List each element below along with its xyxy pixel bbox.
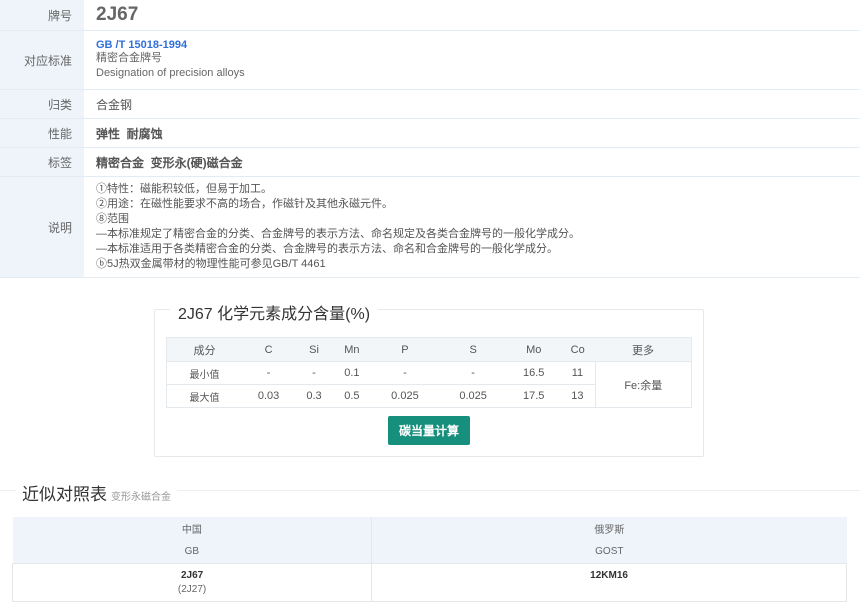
min-label: 最小值	[166, 361, 243, 385]
max-cell: 0.025	[370, 384, 440, 408]
tag-label: 标签	[0, 148, 84, 176]
standard-label: 对应标准	[0, 31, 84, 89]
description-row: 说明 ①特性：磁能积较低，但易于加工。 ②用途：在磁性能要求不高的场合，作磁针及…	[0, 177, 860, 278]
description-line: ⓑ5J热双金属带材的物理性能可参见GB/T 4461	[96, 258, 326, 270]
property-value: 弹性 耐腐蚀	[84, 119, 860, 147]
min-cell: -	[370, 361, 440, 385]
grade-row: 牌号 2J67	[0, 0, 860, 31]
min-value-row: 最小值 - - 0.1 - - 16.5 11 Fe:余量	[166, 361, 692, 408]
property-text: 弹性 耐腐蚀	[96, 126, 163, 141]
composition-title: 2J67 化学元素成分含量(%)	[170, 300, 379, 324]
standard-name-en: Designation of precision alloys	[96, 67, 245, 79]
category-value: 合金钢	[96, 97, 133, 112]
grade-label: 牌号	[0, 0, 84, 30]
max-cell: 0.03	[242, 384, 296, 408]
description-line: ②用途：在磁性能要求不高的场合，作磁针及其他永磁元件。	[96, 198, 393, 210]
header-cell: P	[370, 337, 440, 362]
header-cell: S	[439, 337, 508, 362]
standard-code-link[interactable]: GB /T 15018-1994	[96, 39, 860, 51]
max-cell: 0.5	[332, 384, 371, 408]
grade-cell[interactable]: 12KM16	[371, 562, 847, 602]
standard-value: GB /T 15018-1994 精密合金牌号 Designation of p…	[84, 31, 860, 89]
composition-table: 成分 C Si Mn P S Mo Co 更多 最小值 - - 0.1 - - …	[166, 337, 692, 408]
alloy-info-table: 牌号 2J67 对应标准 GB /T 15018-1994 精密合金牌号 Des…	[0, 0, 860, 278]
description-line: —本标准规定了精密合金的分类、合金牌号的表示方法、命名规定及各类合金牌号的一般化…	[96, 228, 580, 240]
min-cell: 0.1	[332, 361, 371, 385]
header-cell: Mo	[507, 337, 561, 362]
comparison-table: 中国 俄罗斯 GB GOST 2J67 (2J27) 12KM16	[11, 517, 847, 602]
country-cell: 中国	[12, 517, 372, 540]
header-cell: Co	[560, 337, 596, 362]
standard-cell: GB	[12, 540, 372, 564]
header-cell: Mn	[332, 337, 371, 362]
header-cell: Si	[295, 337, 333, 362]
grade-cell[interactable]: 2J67 (2J27)	[11, 562, 373, 602]
standard-row: 对应标准 GB /T 15018-1994 精密合金牌号 Designation…	[0, 31, 860, 90]
compare-alias: (2J27)	[177, 583, 207, 595]
comparison-subtitle: 变形永磁合金	[111, 492, 171, 503]
category-row: 归类 合金钢	[0, 90, 860, 119]
tag-value: 精密合金 变形永(硬)磁合金	[84, 148, 860, 176]
min-cell: -	[295, 361, 333, 385]
tag-row: 标签 精密合金 变形永(硬)磁合金	[0, 148, 860, 177]
min-cell: 11	[560, 361, 596, 385]
compare-grade[interactable]: 12KM16	[372, 570, 846, 581]
description-value: ①特性：磁能积较低，但易于加工。 ②用途：在磁性能要求不高的场合，作磁针及其他永…	[84, 177, 860, 277]
standard-row-header: GB GOST	[12, 540, 847, 564]
min-cell: 16.5	[507, 361, 561, 385]
max-label: 最大值	[166, 384, 243, 408]
grade-compare-row: 2J67 (2J27) 12KM16	[11, 562, 847, 602]
header-cell-more: 更多	[595, 337, 692, 362]
description-line: ①特性：磁能积较低，但易于加工。	[96, 183, 272, 195]
composition-header-row: 成分 C Si Mn P S Mo Co 更多	[166, 337, 692, 362]
grade-value: 2J67	[96, 4, 139, 25]
max-cell: 0.025	[439, 384, 508, 408]
min-cell: -	[242, 361, 296, 385]
max-cell: 17.5	[507, 384, 561, 408]
standard-name-cn: 精密合金牌号	[96, 52, 162, 64]
more-cell: Fe:余量	[594, 361, 692, 408]
comparison-title: 近似对照表	[22, 485, 107, 504]
category-label: 归类	[0, 90, 84, 118]
description-label: 说明	[0, 177, 84, 277]
max-cell: 13	[560, 384, 596, 408]
header-cell: 成分	[166, 337, 243, 362]
country-cell: 俄罗斯	[371, 517, 847, 540]
min-cell: -	[439, 361, 508, 385]
description-line: —本标准适用于各类精密合金的分类、合金牌号的表示方法、命名和合金牌号的一般化学成…	[96, 243, 558, 255]
carbon-equivalent-button[interactable]: 碳当量计算	[388, 416, 470, 445]
property-label: 性能	[0, 119, 84, 147]
header-cell: C	[242, 337, 296, 362]
comparison-heading: 近似对照表 变形永磁合金	[16, 480, 177, 505]
compare-grade[interactable]: 2J67	[13, 570, 371, 581]
tag-text: 精密合金 变形永(硬)磁合金	[96, 155, 243, 170]
property-row: 性能 弹性 耐腐蚀	[0, 119, 860, 148]
description-line: ⑧范围	[96, 213, 129, 225]
max-cell: 0.3	[295, 384, 333, 408]
standard-cell: GOST	[371, 540, 847, 564]
country-row: 中国 俄罗斯	[12, 517, 847, 540]
